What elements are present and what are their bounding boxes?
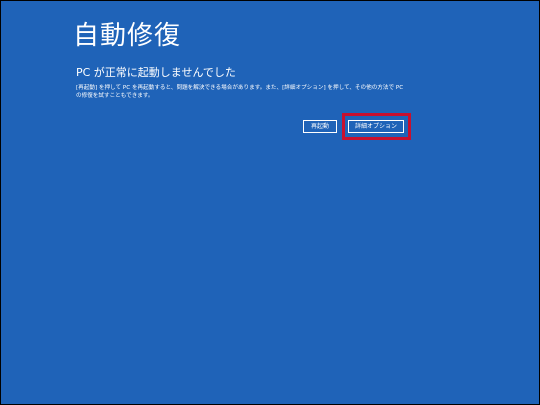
advanced-options-button[interactable]: 詳細オプション — [348, 120, 404, 133]
error-message: [再起動] を押して PC を再起動すると、問題を解決できる場合があります。また… — [76, 85, 404, 99]
page-title: 自動修復 — [73, 21, 182, 51]
error-heading: PC が正常に起動しませんでした — [76, 66, 236, 79]
restart-button[interactable]: 再起動 — [303, 120, 337, 133]
recovery-screen: 自動修復 PC が正常に起動しませんでした [再起動] を押して PC を再起動… — [1, 1, 539, 404]
